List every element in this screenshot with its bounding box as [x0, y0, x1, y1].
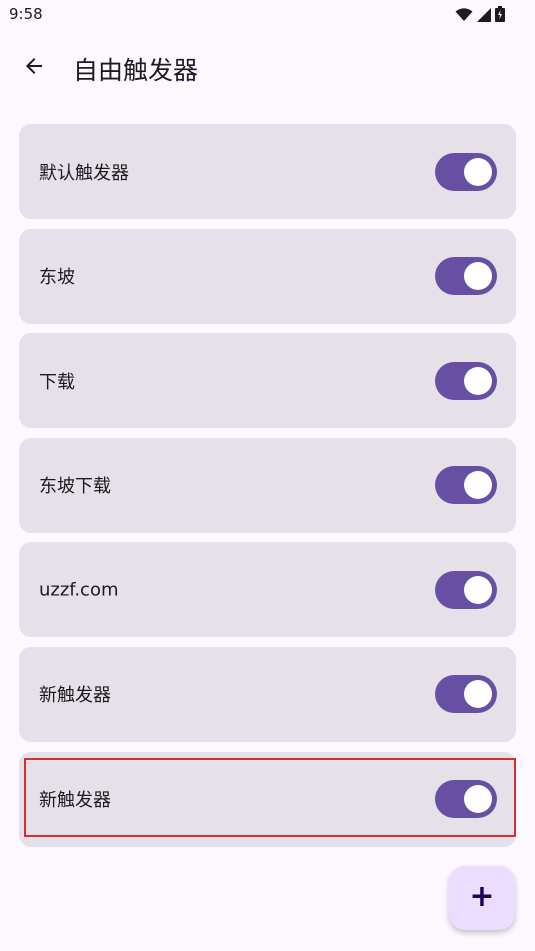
- status-icons: [455, 6, 505, 26]
- trigger-toggle[interactable]: [435, 675, 497, 714]
- toggle-thumb: [464, 680, 492, 709]
- trigger-label: 新触发器: [39, 790, 111, 812]
- status-time: 9:58: [9, 5, 43, 23]
- top-app-bar: 自由触发器: [0, 40, 535, 96]
- trigger-toggle[interactable]: [435, 361, 497, 400]
- trigger-card[interactable]: 东坡: [19, 228, 516, 324]
- add-icon: +: [469, 879, 495, 914]
- wifi-icon: [455, 7, 473, 26]
- trigger-card[interactable]: 新触发器: [19, 646, 516, 742]
- trigger-label: 东坡下载: [39, 476, 111, 498]
- page-title: 自由触发器: [73, 56, 199, 85]
- status-bar: 9:58: [0, 0, 535, 30]
- trigger-card[interactable]: uzzf.com: [19, 542, 516, 638]
- trigger-card[interactable]: 东坡下载: [19, 437, 516, 533]
- trigger-label: 下载: [39, 371, 75, 393]
- trigger-label: 东坡: [39, 267, 75, 289]
- toggle-thumb: [464, 785, 492, 814]
- trigger-toggle[interactable]: [435, 257, 497, 296]
- trigger-toggle[interactable]: [435, 570, 497, 609]
- trigger-label: 默认触发器: [39, 162, 129, 184]
- battery-icon: [495, 6, 505, 26]
- trigger-label: 新触发器: [39, 685, 111, 707]
- toggle-thumb: [464, 575, 492, 604]
- toggle-thumb: [464, 471, 492, 500]
- add-trigger-button[interactable]: +: [449, 866, 515, 930]
- trigger-toggle[interactable]: [435, 152, 497, 191]
- toggle-thumb: [464, 366, 492, 395]
- trigger-list: 默认触发器 东坡 下载 东坡下载 uzzf.com 新触发器 新触发器: [19, 124, 516, 856]
- trigger-toggle[interactable]: [435, 466, 497, 505]
- trigger-card[interactable]: 默认触发器: [19, 124, 516, 219]
- signal-icon: [477, 7, 491, 26]
- trigger-card[interactable]: 新触发器: [19, 751, 516, 847]
- toggle-thumb: [464, 157, 492, 186]
- trigger-card[interactable]: 下载: [19, 333, 516, 429]
- arrow-back-icon: [22, 54, 46, 82]
- back-button[interactable]: [14, 48, 54, 88]
- toggle-thumb: [464, 262, 492, 291]
- trigger-label: uzzf.com: [39, 579, 119, 601]
- trigger-toggle[interactable]: [435, 780, 497, 819]
